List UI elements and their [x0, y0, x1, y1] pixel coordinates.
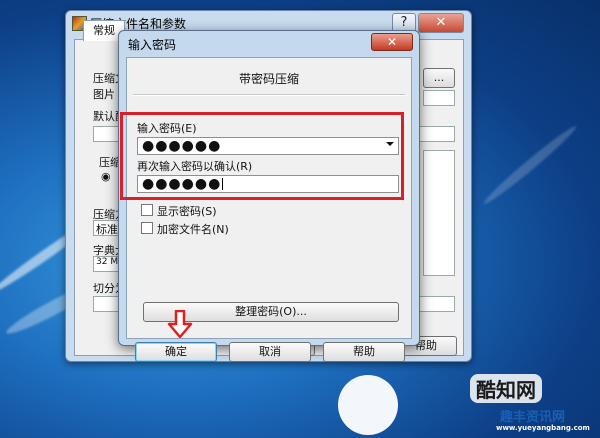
show-password-label: 显示密码(S) [157, 205, 217, 218]
close-button[interactable]: ✕ [371, 33, 413, 51]
show-password-checkbox[interactable] [141, 204, 153, 216]
watermark-url: www.yueyangbang.com [496, 424, 590, 432]
wallpaper-streak [480, 122, 580, 208]
dialog-title: 输入密码 [128, 38, 177, 52]
browse-button[interactable]: ... [423, 68, 455, 88]
method-value: 标准 [96, 223, 118, 236]
encrypt-names-label: 加密文件名(N) [157, 223, 229, 236]
watermark-logo-icon [338, 375, 398, 435]
watermark-main-text: 酷知网 [470, 374, 542, 403]
enter-password-label: 输入密码(E) [137, 122, 197, 135]
radio-option[interactable]: ◉ [101, 170, 111, 183]
confirm-password-label: 再次输入密码以确认(R) [137, 160, 253, 173]
confirm-password-value: ●●●●●● [142, 176, 224, 192]
dialog-body: 带密码压缩 输入密码(E) ●●●●●● 再次输入密码以确认(R) ●●●●●●… [120, 57, 412, 362]
cancel-button[interactable]: 取消 [229, 342, 311, 362]
pictures-label: 图片 [93, 88, 115, 101]
password-input[interactable]: ●●●●●● [137, 137, 399, 155]
options-area [423, 150, 455, 276]
watermark-sub-text: 趣丰资讯网 [500, 410, 566, 425]
help-button[interactable]: 帮助 [323, 342, 405, 362]
divider [133, 94, 405, 96]
update-dropdown[interactable] [423, 90, 455, 106]
chevron-down-icon[interactable] [386, 142, 394, 146]
password-value: ●●●●●● [142, 138, 222, 154]
password-dialog: 输入密码 ✕ 带密码压缩 输入密码(E) ●●●●●● 再次输入密码以确认(R)… [118, 30, 420, 362]
confirm-password-input[interactable]: ●●●●●● [137, 175, 399, 193]
dialog-heading: 带密码压缩 [238, 72, 299, 86]
ok-button[interactable]: 确定 [135, 342, 217, 362]
encrypt-names-checkbox[interactable] [141, 222, 153, 234]
down-arrow-icon [167, 310, 193, 338]
dictionary-value: 32 M [96, 257, 119, 267]
close-caption-button[interactable]: ✕ [418, 13, 464, 33]
